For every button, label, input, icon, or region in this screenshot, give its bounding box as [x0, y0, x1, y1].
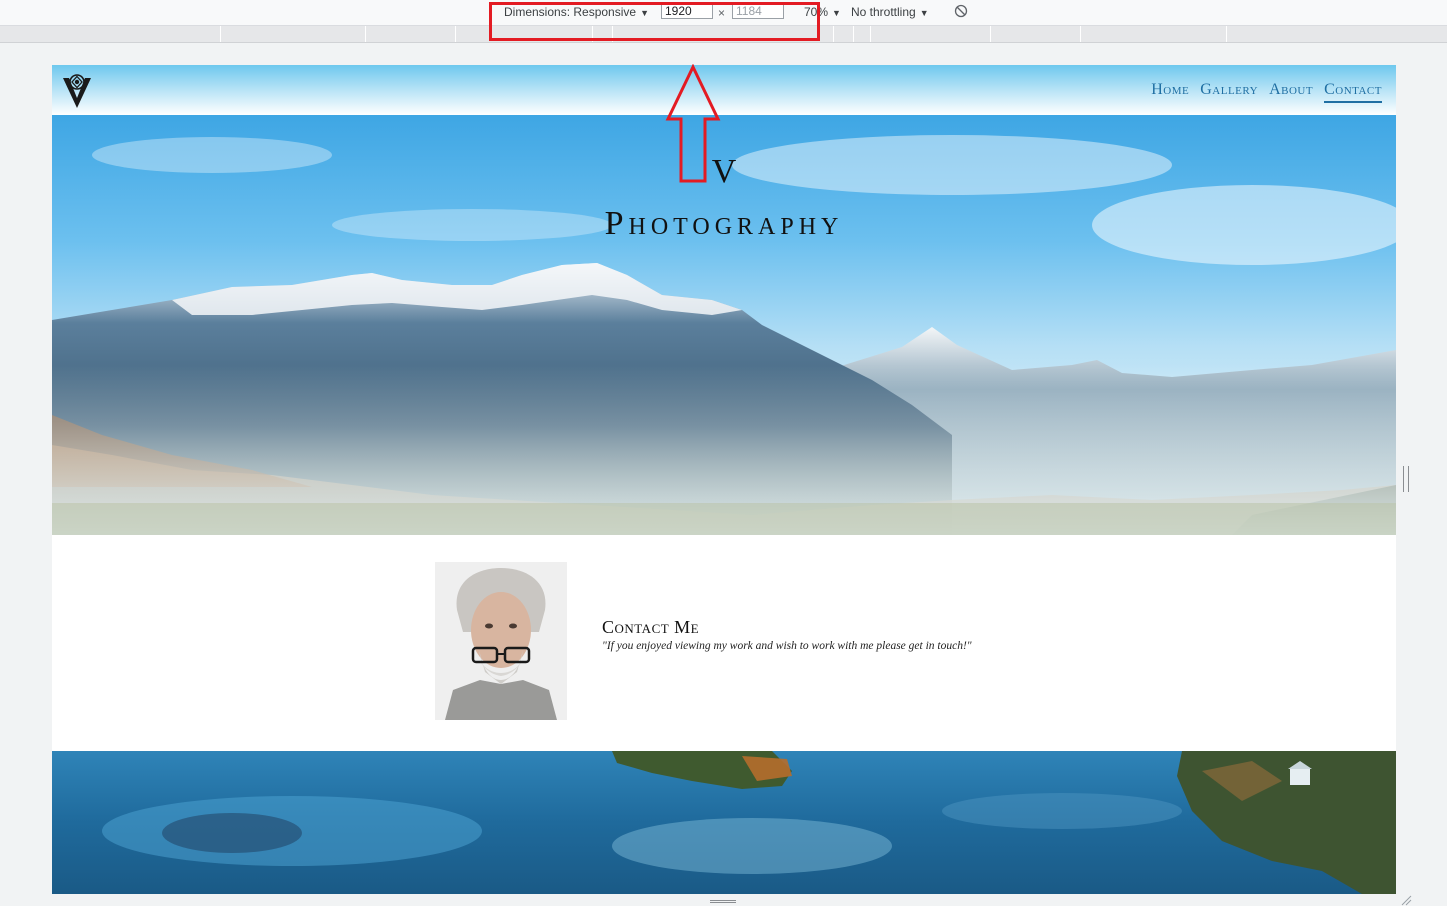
v-logo-icon[interactable] [61, 72, 93, 110]
chevron-down-icon: ▼ [832, 8, 841, 18]
site-header: Home Gallery About Contact [52, 65, 1396, 115]
viewport-resize-handle-bottom[interactable] [710, 900, 736, 903]
hero-title-letter: V [711, 153, 737, 190]
nav-about-link[interactable]: About [1269, 81, 1313, 103]
throttling-dropdown[interactable]: No throttling ▼ [851, 5, 929, 19]
up-arrow-icon [665, 64, 721, 183]
hero-banner: V Photography [52, 115, 1396, 535]
hero-title-photography: Photography [604, 205, 844, 242]
main-nav: Home Gallery About Contact [1151, 81, 1382, 103]
lake-image-section [52, 751, 1396, 894]
chevron-down-icon: ▼ [919, 8, 929, 18]
lake-island-image [52, 751, 1396, 894]
nav-contact-link[interactable]: Contact [1324, 81, 1382, 103]
contact-quote: "If you enjoyed viewing my work and wish… [602, 640, 972, 652]
viewport-resize-handle-right[interactable] [1403, 466, 1409, 492]
nav-gallery-link[interactable]: Gallery [1200, 81, 1258, 103]
emulated-viewport: Home Gallery About Contact V Photography… [52, 65, 1396, 894]
photographer-portrait-image [435, 562, 567, 720]
annotation-highlight-box [489, 2, 820, 41]
contact-section: Contact Me "If you enjoyed viewing my wo… [52, 535, 1396, 751]
rotate-icon[interactable] [954, 4, 968, 18]
throttling-label: No throttling [851, 5, 916, 19]
resize-corner-icon[interactable] [1400, 895, 1412, 906]
nav-home-link[interactable]: Home [1151, 81, 1189, 103]
contact-heading: Contact Me [602, 617, 700, 637]
